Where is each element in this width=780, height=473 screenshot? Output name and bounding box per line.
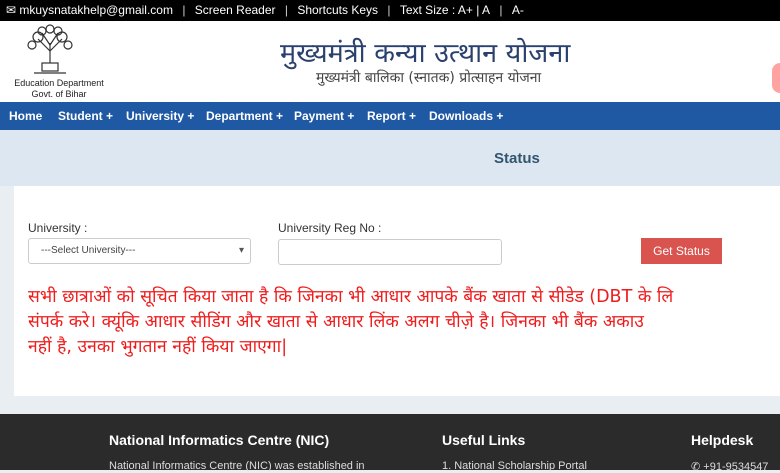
footer-helpdesk-phone: ✆ +91-9534547 xyxy=(691,461,769,473)
footer-link-nsp[interactable]: 1. National Scholarship Portal xyxy=(442,460,587,472)
university-label: University : xyxy=(28,221,88,235)
department-name: Education Department Govt. of Bihar xyxy=(14,78,104,99)
chevron-down-icon: ▾ xyxy=(238,245,244,256)
screen-reader-link[interactable]: Screen Reader xyxy=(195,0,276,21)
nav-department[interactable]: Department + xyxy=(206,102,283,130)
nav-payment[interactable]: Payment + xyxy=(294,102,354,130)
top-bar: ✉ mkuysnatakhelp@gmail.com | Screen Read… xyxy=(0,0,780,21)
nav-report[interactable]: Report + xyxy=(367,102,416,130)
nav-university[interactable]: University + xyxy=(126,102,194,130)
phone-icon: ✆ xyxy=(691,461,704,473)
footer-links-heading: Useful Links xyxy=(442,432,526,448)
shortcut-keys-link[interactable]: Shortcuts Keys xyxy=(297,0,378,21)
divider: | xyxy=(499,3,503,17)
scheme-subtitle: मुख्यमंत्री बालिका (स्नातक) प्रोत्साहन य… xyxy=(316,70,542,86)
footer-helpdesk-heading: Helpdesk xyxy=(691,432,754,448)
divider: | xyxy=(284,3,288,17)
email-icon: ✉ xyxy=(6,3,17,17)
notice-text: सभी छात्राओं को सूचित किया जाता है कि जि… xyxy=(28,287,674,357)
divider: | xyxy=(182,3,186,17)
text-size-smaller[interactable]: A- xyxy=(512,0,524,21)
divider: | xyxy=(387,3,391,17)
page-title: Status xyxy=(494,150,540,167)
helpdesk-email[interactable]: mkuysnatakhelp@gmail.com xyxy=(19,0,173,21)
reg-no-label: University Reg No : xyxy=(278,221,382,235)
nav-home[interactable]: Home xyxy=(9,102,42,130)
university-select[interactable]: ---Select University--- ▾ xyxy=(28,238,251,264)
status-band xyxy=(0,130,780,186)
site-header: Education Department Govt. of Bihar मुख्… xyxy=(0,21,780,102)
nav-downloads[interactable]: Downloads + xyxy=(429,102,503,130)
main-nav: Home Student + University + Department +… xyxy=(0,102,780,130)
bodhi-tree-emblem-icon xyxy=(27,24,73,74)
get-status-button[interactable]: Get Status xyxy=(641,238,722,264)
nav-student[interactable]: Student + xyxy=(58,102,113,130)
footer-nic-heading: National Informatics Centre (NIC) xyxy=(109,432,330,448)
text-size-controls[interactable]: Text Size : A+ | A xyxy=(400,0,490,21)
corner-decoration xyxy=(772,63,780,93)
reg-no-input[interactable] xyxy=(278,239,502,265)
footer-nic-text: National Informatics Centre (NIC) was es… xyxy=(109,460,365,472)
scheme-title: मुख्यमंत्री कन्या उत्थान योजना xyxy=(280,38,571,69)
